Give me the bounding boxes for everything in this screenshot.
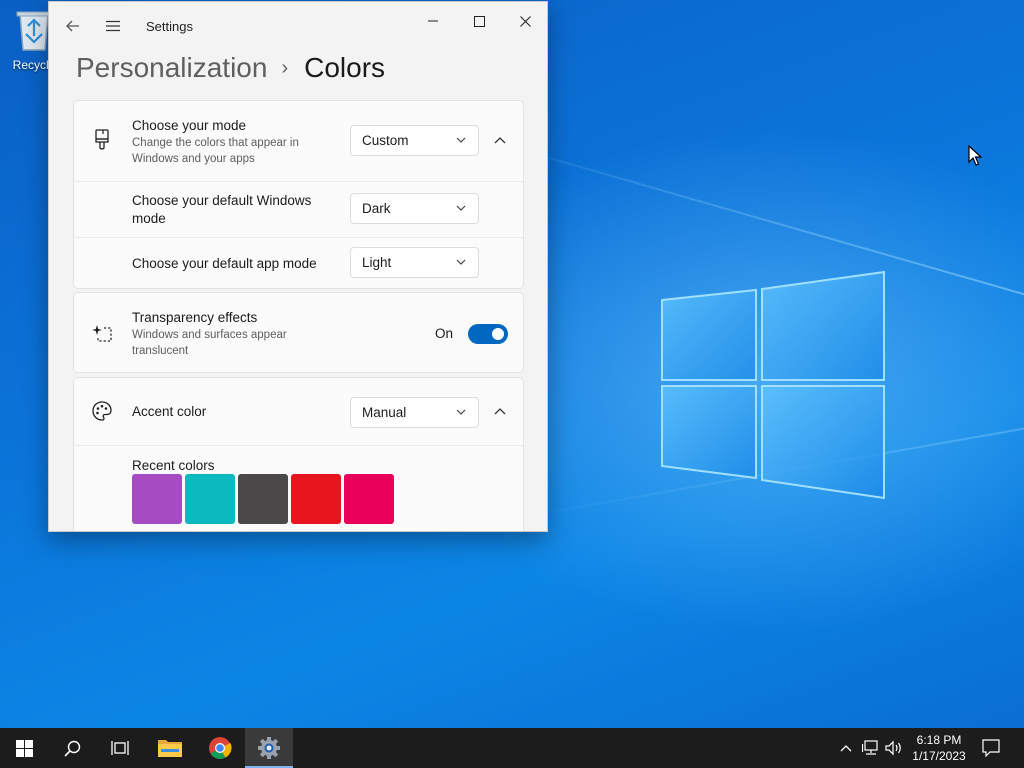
recent-color-swatch-dark-gray[interactable]	[238, 474, 288, 524]
divider	[74, 445, 523, 446]
start-button[interactable]	[0, 728, 48, 768]
system-clock[interactable]: 6:18 PM 1/17/2023	[905, 732, 973, 764]
recent-color-swatch-teal[interactable]	[185, 474, 235, 524]
collapse-accent-button[interactable]	[486, 398, 514, 426]
show-hidden-icons-button[interactable]	[836, 738, 856, 758]
transparency-card: Transparency effects Windows and surface…	[73, 292, 524, 373]
recent-colors-label: Recent colors	[132, 458, 215, 473]
settings-gear-icon	[258, 737, 280, 759]
app-mode-title: Choose your default app mode	[132, 256, 317, 271]
breadcrumb: Personalization › Colors	[76, 48, 385, 88]
chevron-down-icon	[456, 205, 466, 211]
chevron-down-icon	[456, 137, 466, 143]
accent-color-title: Accent color	[132, 404, 207, 419]
app-mode-row: Choose your default app mode Light	[74, 238, 523, 290]
close-button[interactable]	[503, 6, 547, 36]
transparency-sparkle-icon	[91, 322, 113, 344]
navigation-menu-button[interactable]	[99, 12, 127, 40]
chrome-button[interactable]	[196, 728, 244, 768]
palette-icon	[91, 400, 113, 422]
choose-mode-row: Choose your mode Change the colors that …	[74, 101, 523, 181]
back-button[interactable]	[59, 12, 87, 40]
network-tray-button[interactable]	[861, 738, 881, 758]
windows-mode-title: Choose your default Windows mode	[132, 193, 312, 226]
chrome-icon	[209, 737, 232, 759]
network-icon	[862, 740, 878, 755]
breadcrumb-parent-link[interactable]: Personalization	[76, 52, 267, 84]
recent-color-swatch-purple[interactable]	[132, 474, 182, 524]
transparency-toggle[interactable]	[468, 324, 508, 344]
search-button[interactable]	[48, 728, 96, 768]
volume-tray-button[interactable]	[884, 738, 904, 758]
app-title: Settings	[146, 19, 193, 34]
accent-color-card: Accent color Manual Recent colors	[73, 377, 524, 531]
chevron-up-icon	[494, 137, 506, 144]
file-explorer-button[interactable]	[146, 728, 194, 768]
app-mode-dropdown[interactable]: Light	[350, 247, 479, 278]
chevron-down-icon	[456, 409, 466, 415]
accent-color-dropdown[interactable]: Manual	[350, 397, 479, 428]
task-view-icon	[111, 741, 129, 755]
chevron-up-icon	[494, 408, 506, 415]
transparency-title: Transparency effects	[132, 310, 258, 325]
collapse-mode-button[interactable]	[486, 127, 514, 155]
app-mode-dropdown-value: Light	[362, 255, 392, 270]
clock-time: 6:18 PM	[916, 733, 962, 747]
page-title: Colors	[304, 52, 386, 83]
transparency-description: Windows and surfaces appear translucent	[132, 329, 287, 357]
taskbar: 6:18 PM 1/17/2023	[0, 728, 1024, 768]
mode-dropdown-value: Custom	[362, 133, 409, 148]
mode-settings-card: Choose your mode Change the colors that …	[73, 100, 524, 289]
back-arrow-icon	[66, 20, 79, 32]
maximize-icon	[473, 15, 485, 27]
hamburger-menu-icon	[106, 20, 120, 32]
accent-dropdown-value: Manual	[362, 405, 407, 420]
windows-logo-wallpaper	[661, 270, 885, 500]
clock-date: 1/17/2023	[912, 749, 966, 763]
windows-mode-row: Choose your default Windows mode Dark	[74, 182, 523, 237]
chevron-down-icon	[456, 259, 466, 265]
speaker-volume-icon	[885, 740, 901, 756]
minimize-button[interactable]	[411, 6, 455, 36]
chevron-right-icon: ›	[281, 56, 289, 79]
minimize-icon	[428, 20, 438, 22]
notification-icon	[982, 739, 1000, 757]
transparency-state-label: On	[435, 326, 454, 341]
search-icon	[63, 740, 80, 757]
folder-icon	[158, 740, 182, 757]
recent-color-swatch-pink[interactable]	[344, 474, 394, 524]
windows-start-icon	[15, 739, 33, 757]
recent-color-swatch-red[interactable]	[291, 474, 341, 524]
close-icon	[519, 15, 531, 27]
recent-colors-list	[132, 474, 397, 524]
mouse-cursor-icon	[968, 145, 982, 166]
settings-window: Settings Personalization › Colors Choose…	[48, 1, 548, 532]
task-view-button[interactable]	[96, 728, 144, 768]
action-center-button[interactable]	[981, 738, 1001, 758]
mode-dropdown[interactable]: Custom	[350, 125, 479, 156]
title-bar: Settings	[49, 2, 547, 48]
paintbrush-icon	[91, 129, 113, 151]
toggle-knob	[492, 328, 504, 340]
maximize-button[interactable]	[457, 6, 501, 36]
accent-color-row: Accent color Manual	[74, 378, 523, 445]
chevron-up-icon	[840, 745, 852, 752]
windows-mode-dropdown[interactable]: Dark	[350, 193, 479, 224]
choose-mode-description: Change the colors that appear in Windows…	[132, 137, 299, 165]
choose-mode-title: Choose your mode	[132, 118, 247, 133]
windows-mode-dropdown-value: Dark	[362, 201, 391, 216]
settings-button[interactable]	[245, 728, 293, 768]
